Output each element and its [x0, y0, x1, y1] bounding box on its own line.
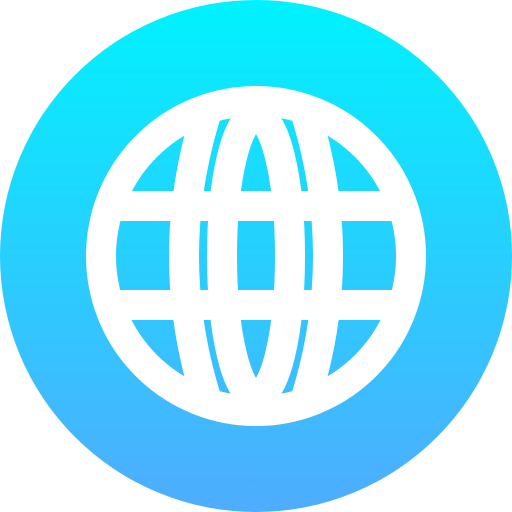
background-circle: [0, 0, 512, 512]
icon-canvas: [0, 0, 512, 512]
globe-icon: [0, 0, 512, 512]
